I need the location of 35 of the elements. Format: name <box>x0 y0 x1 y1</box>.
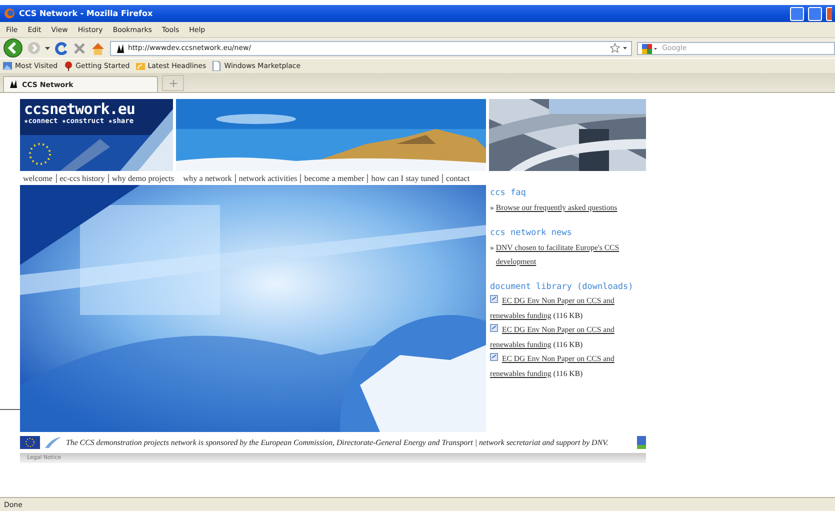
document-icon <box>490 295 498 303</box>
nav-link[interactable]: network activities <box>234 174 300 182</box>
logo-name: ccsnetwork.eu <box>24 101 135 117</box>
partner-logo-icon <box>637 436 646 449</box>
reload-icon[interactable] <box>55 42 68 54</box>
minimize-button[interactable] <box>790 6 804 20</box>
site-icon <box>9 80 18 89</box>
home-icon[interactable] <box>91 42 105 54</box>
site-icon <box>115 42 125 54</box>
flag-icon <box>20 436 40 449</box>
nav-link[interactable]: how can I stay tuned <box>367 174 442 182</box>
browser-logo-icon <box>4 8 15 19</box>
close-button[interactable] <box>826 6 832 20</box>
star-icon[interactable] <box>610 43 620 53</box>
quill-icon <box>44 436 62 449</box>
document-icon <box>490 353 498 361</box>
nav-link[interactable]: why demo projects <box>108 174 178 182</box>
plus-icon <box>170 80 176 86</box>
window-title: CCS Network - Mozilla Firefox <box>19 9 154 18</box>
nav-link[interactable]: become a member <box>300 174 368 182</box>
flower-icon <box>64 61 73 71</box>
nav-link[interactable]: contact <box>442 174 473 182</box>
search-engine-icon[interactable] <box>642 44 657 54</box>
nav-link[interactable]: welcome <box>23 174 56 182</box>
section-heading: ccs faq <box>490 187 527 200</box>
document-icon <box>490 324 498 332</box>
section-heading: document library (downloads) <box>490 281 634 294</box>
back-button[interactable] <box>3 38 23 58</box>
restore-button[interactable] <box>808 6 822 20</box>
nav-link[interactable]: why a network <box>183 174 235 182</box>
dropdown-icon[interactable] <box>45 46 50 50</box>
nav-link[interactable]: ec-ccs history <box>56 174 108 182</box>
dropdown-icon[interactable] <box>623 46 627 50</box>
section-heading: ccs network news <box>490 227 573 240</box>
bookmark-icon <box>3 61 12 71</box>
